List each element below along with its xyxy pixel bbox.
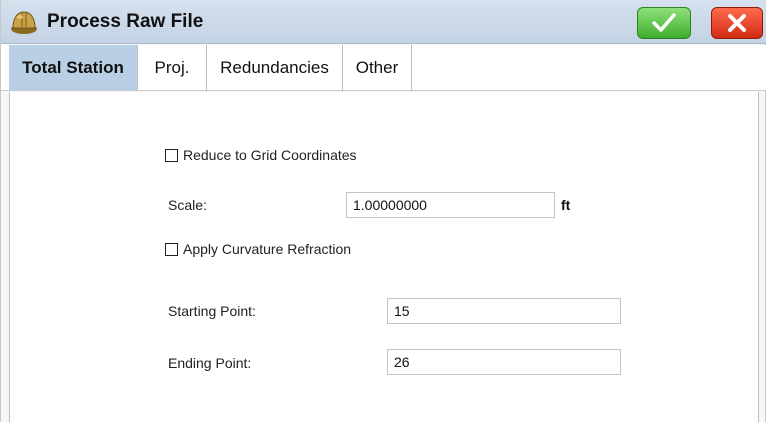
curvature-label: Apply Curvature Refraction: [183, 241, 352, 257]
tab-other[interactable]: Other: [343, 45, 412, 90]
ending-point-field[interactable]: [387, 349, 621, 375]
tab-bar: Total Station Proj. Redundancies Other: [1, 45, 766, 91]
scale-unit: ft: [561, 197, 571, 213]
cancel-button[interactable]: [711, 7, 763, 39]
window-title: Process Raw File: [47, 11, 204, 32]
scale-field[interactable]: [346, 192, 555, 218]
curvature-checkbox-row[interactable]: Apply Curvature Refraction: [165, 241, 351, 257]
reduce-grid-checkbox[interactable]: [165, 148, 178, 162]
starting-point-label: Starting Point:: [168, 303, 256, 319]
ok-button[interactable]: [637, 7, 691, 39]
tab-proj[interactable]: Proj.: [138, 45, 207, 90]
hard-hat-icon: [11, 11, 37, 34]
curvature-checkbox[interactable]: [165, 242, 178, 256]
title-bar: Process Raw File: [1, 0, 766, 44]
reduce-grid-label: Reduce to Grid Coordinates: [183, 147, 357, 163]
reduce-grid-checkbox-row[interactable]: Reduce to Grid Coordinates: [165, 147, 357, 163]
starting-point-field[interactable]: [387, 298, 621, 324]
process-raw-file-window: Process Raw File Total Station Proj. Red…: [0, 0, 766, 422]
ending-point-label: Ending Point:: [168, 355, 252, 371]
close-x-icon: [728, 14, 746, 32]
tab-redundancies[interactable]: Redundancies: [207, 45, 343, 90]
tab-content-panel: Reduce to Grid Coordinates Scale: ft App…: [9, 92, 759, 422]
checkmark-icon: [652, 13, 676, 32]
tab-total-station[interactable]: Total Station: [9, 45, 138, 90]
scale-label: Scale:: [168, 197, 207, 213]
